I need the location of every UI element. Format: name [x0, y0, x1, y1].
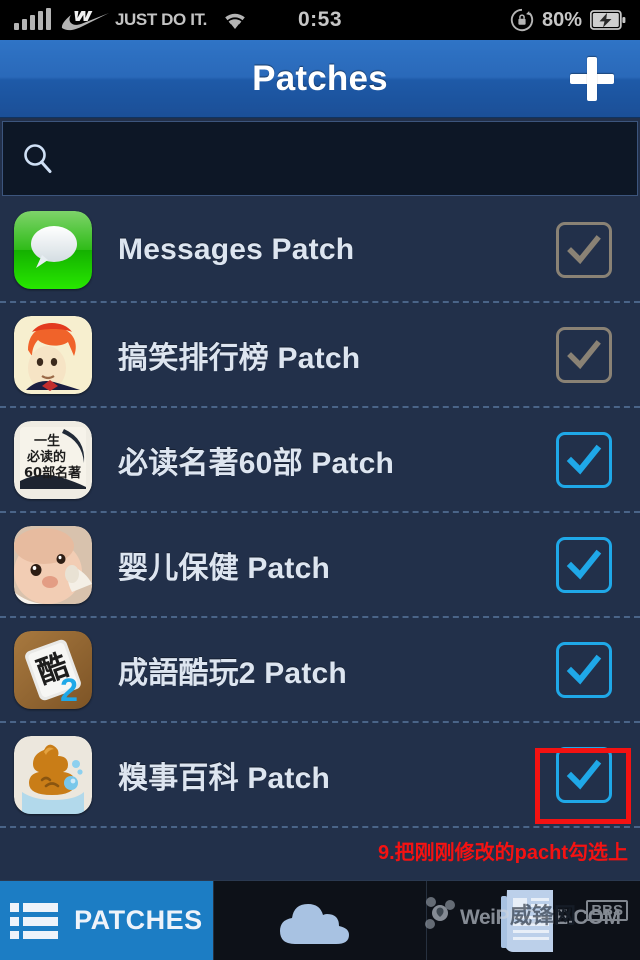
- status-bar-right: 80%: [510, 8, 626, 32]
- add-patch-button[interactable]: [566, 53, 618, 105]
- list-item[interactable]: 搞笑排行榜 Patch: [0, 303, 640, 408]
- funny-ranking-app-icon: [14, 315, 92, 394]
- baby-care-app-icon: [14, 525, 92, 604]
- list-item-label: 搞笑排行榜 Patch: [118, 341, 361, 375]
- patch-checkbox[interactable]: [556, 746, 612, 803]
- list-icon: [10, 902, 59, 939]
- svg-text:2: 2: [60, 672, 78, 708]
- tab-patches[interactable]: PATCHES: [0, 881, 213, 960]
- checkmark-icon: [566, 444, 602, 474]
- patch-checkbox[interactable]: [556, 536, 612, 593]
- status-bar: JUST DO IT. 0:53 80%: [0, 0, 640, 40]
- list-item[interactable]: 婴儿保健 Patch: [0, 513, 640, 618]
- qiushibaike-app-icon: [14, 735, 92, 814]
- patch-checkbox[interactable]: [556, 221, 612, 278]
- news-icon: [500, 889, 553, 952]
- list-item[interactable]: 一生 必读的 60部名著 必读名著60部 Patch: [0, 408, 640, 513]
- search-area: [0, 118, 640, 198]
- patch-checkbox[interactable]: [556, 641, 612, 698]
- patch-list: Messages Patch 搞笑排行榜 Patch 一生 必读的 60部名著 …: [0, 198, 640, 828]
- carrier-label: JUST DO IT.: [115, 10, 207, 29]
- carrier-area: JUST DO IT.: [60, 9, 207, 31]
- svg-text:60部名著: 60部名著: [24, 465, 81, 481]
- status-bar-left: JUST DO IT.: [14, 8, 248, 31]
- tab-cloud[interactable]: [212, 881, 427, 960]
- rotation-lock-icon: [510, 8, 534, 32]
- svg-text:一生: 一生: [34, 433, 60, 449]
- page-title: Patches: [252, 58, 388, 98]
- tab-news[interactable]: [426, 881, 640, 960]
- list-item[interactable]: 糗事百科 Patch: [0, 723, 640, 828]
- search-icon: [24, 143, 52, 173]
- annotation-label: 9.把刚刚修改的pacht勾选上: [377, 842, 628, 864]
- list-item-label: 必读名著60部 Patch: [118, 446, 394, 480]
- search-input[interactable]: [69, 145, 619, 172]
- cloud-icon: [280, 903, 349, 944]
- tab-patches-label: PATCHES: [74, 905, 203, 935]
- tab-bar: PATCHES: [0, 880, 640, 960]
- navigation-bar: Patches: [0, 40, 640, 118]
- svg-text:必读的: 必读的: [26, 449, 66, 465]
- classic-books-app-icon: 一生 必读的 60部名著: [14, 420, 92, 499]
- list-item-label: Messages Patch: [118, 232, 355, 266]
- plus-icon-vertical: [587, 56, 597, 101]
- patch-checkbox[interactable]: [556, 326, 612, 383]
- nike-swoosh-logo: [61, 11, 109, 31]
- phone-screen: JUST DO IT. 0:53 80% Patches Messages Pa…: [0, 0, 640, 960]
- idiom-game-app-icon: 酷 2: [14, 630, 92, 709]
- list-item-label: 婴儿保健 Patch: [118, 551, 331, 585]
- checkmark-icon: [567, 234, 601, 264]
- wifi-icon: [225, 13, 245, 29]
- checkmark-icon: [566, 654, 602, 684]
- checkmark-icon: [566, 759, 602, 789]
- messages-app-icon: [14, 210, 92, 289]
- checkmark-icon: [567, 339, 601, 369]
- battery-percent-label: 80%: [541, 8, 582, 31]
- list-item-label: 成語酷玩2 Patch: [118, 656, 347, 690]
- list-item[interactable]: Messages Patch: [0, 198, 640, 303]
- list-item[interactable]: 酷 2 成語酷玩2 Patch: [0, 618, 640, 723]
- checkmark-icon: [566, 549, 602, 579]
- search-bar[interactable]: [2, 121, 638, 196]
- patch-checkbox[interactable]: [556, 431, 612, 488]
- list-item-label: 糗事百科 Patch: [118, 761, 331, 795]
- signal-bars-icon: [14, 8, 51, 30]
- battery-charging-icon: [590, 10, 626, 30]
